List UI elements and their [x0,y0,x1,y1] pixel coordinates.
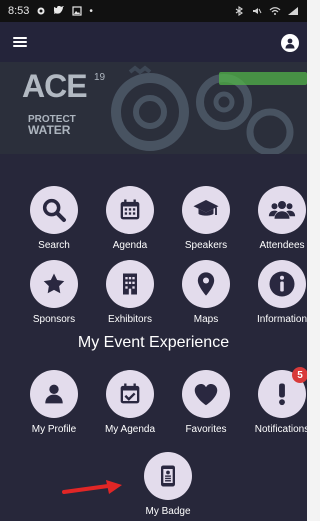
menu-icon[interactable] [13,35,27,47]
tile-my-profile[interactable]: My Profile [16,370,92,446]
tile-label: My Badge [145,506,191,517]
tile-label: Notifications [254,424,307,435]
app-bar [0,22,307,62]
status-dot: • [89,5,93,17]
signal-icon [287,5,299,17]
tile-circle[interactable] [106,260,154,308]
tile-notifications[interactable]: 5 Notifications [244,367,307,446]
tile-label: Exhibitors [108,314,152,325]
section-title: My Event Experience [77,334,230,351]
star-icon [43,273,65,294]
bluetooth-icon [233,5,245,17]
tile-attendees[interactable]: Attendees [244,186,307,262]
tile-information[interactable]: Information [244,260,307,336]
tile-label: My Profile [31,424,77,435]
tile-label: Maps [193,314,219,325]
red-arrow-annotation [62,480,122,494]
people-icon [268,201,296,219]
event-logo: ACE [22,68,88,104]
badge-icon [161,465,175,487]
menu-icon-bar [13,37,27,39]
tile-agenda[interactable]: Agenda [92,186,168,262]
notification-count-badge: 5 [292,367,307,383]
tile-circle[interactable] [30,186,78,234]
status-right [233,5,299,17]
tile-label: Sponsors [32,314,76,325]
tile-my-badge[interactable]: My Badge [130,452,206,521]
tile-search[interactable]: Search [16,186,92,262]
status-time: 8:53 [8,5,30,17]
event-tagline-line2: WATER [28,123,71,137]
settings-icon [35,5,47,17]
tile-sponsors[interactable]: Sponsors [16,260,92,336]
account-icon[interactable] [281,34,299,52]
tile-circle[interactable] [30,370,78,418]
tile-label: Information [256,314,307,325]
app-screen: 8:53 • ACE 19 PROTECT WATER Search Agend… [0,0,307,521]
event-banner[interactable]: ACE 19 PROTECT WATER [0,62,307,154]
tile-circle[interactable] [182,260,230,308]
calendar-icon [120,199,140,220]
twitter-icon [53,5,65,17]
tile-circle[interactable] [182,370,230,418]
event-logo-year: 19 [94,72,106,83]
tile-label: Favorites [185,424,227,435]
graduation-cap-icon [193,200,219,216]
status-bar: 8:53 • [0,0,307,22]
info-icon [269,271,295,297]
tile-exhibitors[interactable]: Exhibitors [92,260,168,336]
calendar-check-icon [120,383,140,404]
menu-icon-bar [13,41,27,43]
banner-highlight [219,72,307,85]
search-icon [42,198,66,222]
wifi-icon [269,5,281,17]
image-icon [71,5,83,17]
tile-label: Search [38,240,70,251]
map-pin-icon [197,272,215,296]
tile-circle[interactable] [258,186,306,234]
menu-icon-bar [13,45,27,47]
event-tagline: PROTECT WATER [28,114,76,136]
mute-icon [251,5,263,17]
heart-icon [194,384,218,406]
tile-label: Agenda [112,240,148,251]
tile-speakers[interactable]: Speakers [168,186,244,262]
building-icon [123,273,137,295]
tile-maps[interactable]: Maps [168,260,244,336]
tile-label: Speakers [184,240,228,251]
tile-circle[interactable] [30,260,78,308]
tile-label: Attendees [259,240,305,251]
tile-circle[interactable] [182,186,230,234]
tile-my-agenda[interactable]: My Agenda [92,370,168,446]
tile-circle[interactable] [106,186,154,234]
tile-circle[interactable] [144,452,192,500]
tile-favorites[interactable]: Favorites [168,370,244,446]
tile-label: My Agenda [104,424,156,435]
tile-circle[interactable]: 5 [258,367,307,418]
status-left: 8:53 • [8,5,93,17]
exclamation-icon [279,383,285,406]
tile-circle[interactable] [106,370,154,418]
person-icon [45,384,63,404]
tile-circle[interactable] [258,260,306,308]
